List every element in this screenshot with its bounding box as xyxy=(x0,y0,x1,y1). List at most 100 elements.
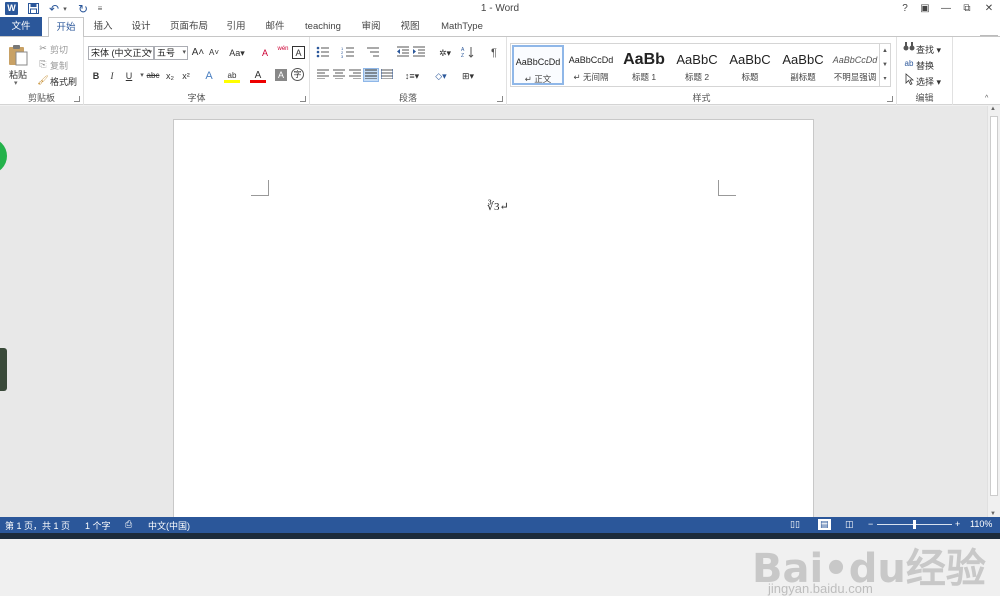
style-heading-1[interactable]: AaBb 标题 1 xyxy=(618,45,670,85)
tab-mathtype[interactable]: MathType xyxy=(436,17,488,36)
show-marks-icon[interactable]: ¶ xyxy=(486,46,502,60)
zoom-slider-knob[interactable] xyxy=(913,520,916,529)
font-launcher-icon[interactable] xyxy=(300,96,306,102)
style-no-spacing[interactable]: AaBbCcDd ↵ 无间隔 xyxy=(565,45,617,85)
multilevel-list-icon[interactable] xyxy=(365,46,381,60)
web-layout-icon[interactable]: ◫ xyxy=(845,519,854,530)
font-name-combo[interactable]: 宋体 (中文正文 ▾ xyxy=(88,46,154,60)
clipboard-launcher-icon[interactable] xyxy=(74,96,80,102)
styles-scroll[interactable]: ▲ ▼ ▾ xyxy=(880,43,891,87)
superscript-button[interactable]: x² xyxy=(178,69,194,83)
scrollbar-thumb[interactable] xyxy=(990,116,998,496)
zoom-percent[interactable]: 110% xyxy=(970,519,992,529)
select-button[interactable]: 选择 ▾ xyxy=(916,75,941,88)
styles-launcher-icon[interactable] xyxy=(887,96,893,102)
italic-button[interactable]: I xyxy=(104,69,120,83)
line-spacing-icon[interactable]: ↕≡▾ xyxy=(401,69,423,83)
format-painter-icon[interactable]: 🖌 xyxy=(35,73,51,87)
style-subtitle[interactable]: AaBbC 副标题 xyxy=(777,45,829,85)
phonetic-guide-icon[interactable]: wén xyxy=(275,46,291,60)
clear-formatting-icon[interactable]: A xyxy=(257,46,273,60)
style-title[interactable]: AaBbC 标题 xyxy=(724,45,776,85)
distributed-icon[interactable] xyxy=(379,69,395,83)
style-normal[interactable]: AaBbCcDd ↵ 正文 xyxy=(512,45,564,85)
subscript-button[interactable]: x₂ xyxy=(162,69,178,83)
format-painter-button[interactable]: 格式刷 xyxy=(50,75,77,88)
document-text[interactable]: ∛3↵ xyxy=(487,200,509,213)
side-gadget-handle[interactable] xyxy=(0,348,7,391)
text-effects-icon[interactable]: A xyxy=(201,69,217,83)
align-right-icon[interactable] xyxy=(347,69,363,83)
zoom-out-button[interactable]: − xyxy=(868,519,873,529)
chinese-layout-icon[interactable]: ✲▾ xyxy=(434,46,456,60)
align-center-icon[interactable] xyxy=(331,69,347,83)
decrease-indent-icon[interactable] xyxy=(395,46,411,60)
help-button[interactable]: ? xyxy=(894,1,916,16)
binoculars-icon[interactable] xyxy=(901,41,917,55)
strikethrough-button[interactable]: abc xyxy=(145,69,161,83)
shading-icon[interactable]: ◇▾ xyxy=(430,69,452,83)
read-mode-icon[interactable]: ▯▯ xyxy=(790,519,800,530)
replace-icon[interactable]: ab xyxy=(901,57,917,71)
replace-button[interactable]: 替换 xyxy=(916,59,934,72)
numbering-icon[interactable]: 123 xyxy=(340,46,356,60)
tab-insert[interactable]: 插入 xyxy=(88,17,118,36)
tab-file[interactable]: 文件 xyxy=(0,17,42,36)
tab-view[interactable]: 视图 xyxy=(395,17,425,36)
paste-button[interactable]: 粘贴 xyxy=(9,68,27,81)
paste-dropdown-icon[interactable]: ▾ xyxy=(14,79,18,87)
cut-icon[interactable]: ✂ xyxy=(35,41,51,55)
paragraph-launcher-icon[interactable] xyxy=(497,96,503,102)
tab-mailings[interactable]: 邮件 xyxy=(260,17,290,36)
collapse-ribbon-icon[interactable]: ^ xyxy=(985,95,988,102)
tab-design[interactable]: 设计 xyxy=(126,17,156,36)
find-button[interactable]: 查找 ▾ xyxy=(916,43,941,56)
character-border-icon[interactable]: A xyxy=(292,46,305,59)
chevron-up-icon[interactable]: ▲ xyxy=(880,44,890,58)
language-indicator[interactable]: 中文(中国) xyxy=(148,519,190,532)
chevron-down-icon[interactable]: ▼ xyxy=(880,58,890,72)
page-count[interactable]: 第 1 页，共 1 页 xyxy=(5,519,70,532)
windows-taskbar[interactable] xyxy=(0,533,1000,539)
print-layout-icon[interactable]: ▤ xyxy=(818,519,831,530)
cut-button[interactable]: 剪切 xyxy=(50,43,68,56)
bold-button[interactable]: B xyxy=(88,69,104,83)
grow-font-button[interactable]: A˄ xyxy=(190,46,206,60)
scroll-up-icon[interactable]: ▲ xyxy=(990,106,996,112)
copy-button[interactable]: 复制 xyxy=(50,59,68,72)
cursor-icon[interactable] xyxy=(901,73,917,87)
zoom-slider[interactable] xyxy=(877,520,952,529)
tab-references[interactable]: 引用 xyxy=(221,17,251,36)
close-button[interactable]: ✕ xyxy=(978,1,1000,16)
enclose-characters-icon[interactable]: 字 xyxy=(291,68,304,81)
highlight-icon[interactable]: ab xyxy=(224,69,240,83)
borders-icon[interactable]: ⊞▾ xyxy=(457,69,479,83)
style-heading-2[interactable]: AaBbC 标题 2 xyxy=(671,45,723,85)
font-size-combo[interactable]: 五号 ▾ xyxy=(154,46,188,60)
proofing-icon[interactable]: ⎙ xyxy=(125,519,132,530)
style-subtle-emphasis[interactable]: AaBbCcDd 不明显强调 xyxy=(829,45,881,85)
increase-indent-icon[interactable] xyxy=(411,46,427,60)
tab-home[interactable]: 开始 xyxy=(48,17,84,37)
document-page[interactable]: ∛3↵ xyxy=(173,119,814,519)
ribbon-display-options-button[interactable]: ▣ xyxy=(914,1,936,16)
tab-page-layout[interactable]: 页面布局 xyxy=(164,17,214,36)
bullets-icon[interactable] xyxy=(315,46,331,60)
shrink-font-button[interactable]: A˅ xyxy=(206,46,222,60)
styles-more-icon[interactable]: ▾ xyxy=(880,72,890,86)
minimize-button[interactable]: — xyxy=(935,1,957,16)
align-left-icon[interactable] xyxy=(315,69,331,83)
tab-review[interactable]: 审阅 xyxy=(356,17,386,36)
font-color-icon[interactable]: A xyxy=(250,69,266,83)
sort-icon[interactable]: AZ xyxy=(460,46,476,60)
zoom-in-button[interactable]: + xyxy=(955,519,960,529)
copy-icon[interactable]: ⎘ xyxy=(35,57,51,71)
vertical-scrollbar[interactable]: ▲ ▼ xyxy=(987,106,1000,517)
restore-button[interactable]: ⧉ xyxy=(956,1,978,16)
tab-teaching[interactable]: teaching xyxy=(300,17,346,36)
change-case-button[interactable]: Aa▾ xyxy=(226,46,248,60)
justify-icon[interactable] xyxy=(363,68,379,82)
character-shading-icon[interactable]: A xyxy=(275,69,287,81)
paste-icon[interactable] xyxy=(7,43,29,67)
word-count[interactable]: 1 个字 xyxy=(85,519,111,532)
